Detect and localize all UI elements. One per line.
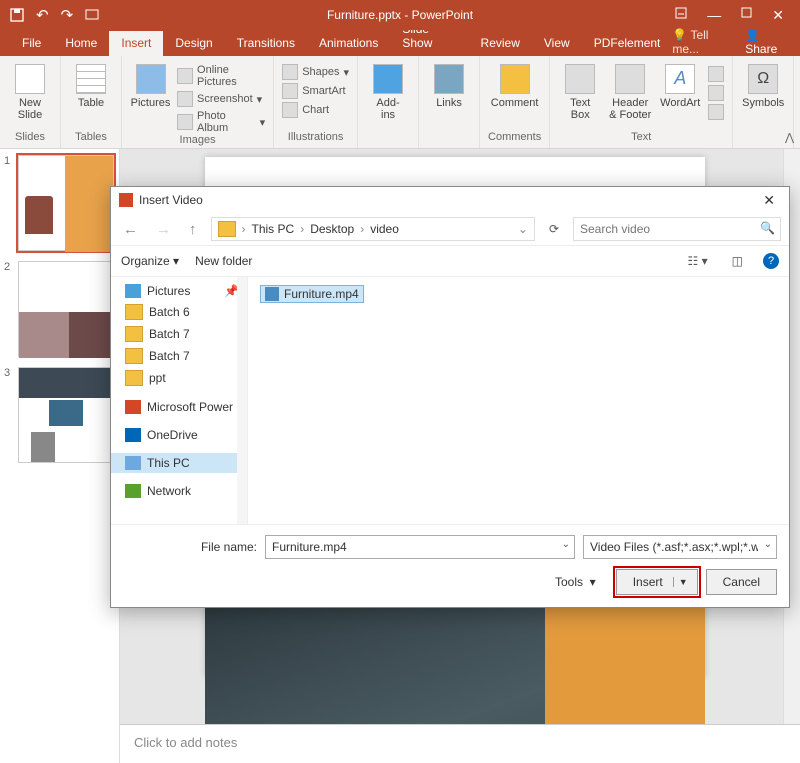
file-item[interactable]: Furniture.mp4 [260, 285, 364, 303]
thumb-number: 2 [4, 261, 14, 357]
new-folder-button[interactable]: New folder [195, 254, 252, 268]
slide-thumbnail-3[interactable] [18, 367, 114, 463]
organize-button[interactable]: Organize ▾ [121, 254, 179, 268]
slide-thumbnail-1[interactable] [18, 155, 114, 251]
help-icon[interactable]: ? [763, 253, 779, 269]
refresh-icon[interactable]: ⟳ [545, 220, 563, 238]
insert-button[interactable]: Insert▼ [616, 569, 698, 595]
screenshot-button[interactable]: Screenshot ▾ [177, 91, 265, 107]
breadcrumb[interactable]: ›This PC ›Desktop ›video ⌄ [211, 217, 535, 241]
group-label-tables: Tables [75, 131, 107, 146]
nav-up-icon[interactable]: ↑ [185, 219, 201, 240]
links-button[interactable]: Links [427, 60, 471, 109]
powerpoint-icon [119, 193, 133, 207]
tree-item-batch7[interactable]: Batch 7 [111, 323, 247, 345]
photo-album-button[interactable]: Photo Album ▾ [177, 110, 265, 134]
tab-home[interactable]: Home [53, 31, 109, 56]
group-label-slides: Slides [15, 131, 45, 146]
tab-review[interactable]: Review [469, 31, 532, 56]
collapse-ribbon-icon[interactable]: ⋀ [785, 131, 794, 144]
header-footer-button[interactable]: Header & Footer [608, 60, 652, 121]
tab-design[interactable]: Design [163, 31, 224, 56]
online-pictures-button[interactable]: Online Pictures [177, 64, 265, 88]
tree-item-thispc[interactable]: This PC [111, 453, 247, 473]
tree-item-onedrive[interactable]: OneDrive [111, 425, 247, 445]
shapes-button[interactable]: Shapes ▾ [282, 64, 349, 80]
slide-thumbnail-2[interactable] [18, 261, 114, 357]
group-label-illustrations: Illustrations [288, 131, 344, 146]
tab-file[interactable]: File [10, 31, 53, 56]
tree-item-batch6[interactable]: Batch 6 [111, 301, 247, 323]
folder-tree: Pictures📌 Batch 6 Batch 7 Batch 7 ppt Mi… [111, 277, 248, 524]
undo-icon[interactable]: ↶ [36, 6, 49, 24]
dialog-title: Insert Video [139, 193, 203, 207]
share-button[interactable]: 👤 Share [745, 28, 790, 56]
group-label-text: Text [631, 131, 651, 146]
tree-item-batch7b[interactable]: Batch 7 [111, 345, 247, 367]
group-label-comments: Comments [488, 131, 541, 146]
title-bar: ↶ ↷ Furniture.pptx - PowerPoint — ✕ [0, 0, 800, 30]
file-list[interactable]: Furniture.mp4 [248, 277, 789, 524]
tab-pdfelement[interactable]: PDFelement [582, 31, 673, 56]
start-slideshow-icon[interactable] [85, 8, 99, 22]
window-title: Furniture.pptx - PowerPoint [327, 8, 473, 22]
dialog-close-icon[interactable]: ✕ [757, 190, 781, 211]
table-button[interactable]: Table [69, 60, 113, 109]
nav-forward-icon[interactable]: → [152, 219, 175, 240]
redo-icon[interactable]: ↷ [61, 6, 74, 24]
tools-button[interactable]: Tools ▾ [555, 575, 596, 589]
file-name-input[interactable]: Furniture.mp4⌄ [265, 535, 575, 559]
pictures-button[interactable]: Pictures [130, 60, 171, 109]
object-icon[interactable] [708, 104, 724, 120]
search-icon[interactable]: 🔍 [760, 221, 775, 235]
slide-thumbnails: 1 2 3 [0, 149, 120, 763]
nav-back-icon[interactable]: ← [119, 219, 142, 240]
symbols-button[interactable]: ΩSymbols [741, 60, 785, 109]
text-box-button[interactable]: Text Box [558, 60, 602, 121]
search-input[interactable] [573, 217, 781, 241]
smartart-button[interactable]: SmartArt [282, 83, 349, 99]
comment-button[interactable]: Comment [493, 60, 537, 109]
tree-item-network[interactable]: Network [111, 481, 247, 501]
tell-me[interactable]: 💡 Tell me... [672, 28, 731, 56]
tree-item-mspower[interactable]: Microsoft Power [111, 397, 247, 417]
view-mode-icon[interactable]: ☷ ▾ [684, 252, 712, 270]
ribbon: New Slide Slides Table Tables Pictures O… [0, 56, 800, 149]
slide-number-icon[interactable] [708, 85, 724, 101]
thumb-number: 3 [4, 367, 14, 463]
save-icon[interactable] [10, 8, 24, 22]
tab-insert[interactable]: Insert [109, 31, 163, 56]
cancel-button[interactable]: Cancel [706, 569, 777, 595]
close-icon[interactable]: ✕ [772, 7, 784, 24]
file-filter-dropdown[interactable]: Video Files (*.asf;*.asx;*.wpl;*.w⌄ [583, 535, 777, 559]
preview-pane-icon[interactable]: ◫ [728, 252, 747, 270]
file-name-label: File name: [123, 540, 257, 554]
date-time-icon[interactable] [708, 66, 724, 82]
thumb-number: 1 [4, 155, 14, 251]
tree-item-pictures[interactable]: Pictures📌 [111, 281, 247, 301]
new-slide-button[interactable]: New Slide [8, 60, 52, 121]
tab-transitions[interactable]: Transitions [225, 31, 307, 56]
dialog-titlebar: Insert Video ✕ [111, 187, 789, 213]
insert-video-dialog: Insert Video ✕ ← → ↑ ›This PC ›Desktop ›… [110, 186, 790, 608]
tab-animations[interactable]: Animations [307, 31, 390, 56]
ribbon-options-icon[interactable] [675, 7, 687, 24]
addins-button[interactable]: Add- ins [366, 60, 410, 121]
video-file-icon [265, 287, 279, 301]
chart-button[interactable]: Chart [282, 102, 349, 118]
maximize-icon[interactable] [741, 7, 752, 24]
tree-item-ppt[interactable]: ppt [111, 367, 247, 389]
folder-icon [218, 221, 236, 237]
ribbon-tabs: File Home Insert Design Transitions Anim… [0, 30, 800, 56]
notes-pane[interactable]: Click to add notes [120, 724, 800, 763]
tree-scrollbar[interactable] [237, 277, 247, 524]
tab-view[interactable]: View [532, 31, 582, 56]
minimize-icon[interactable]: — [707, 7, 721, 24]
wordart-button[interactable]: AWordArt [658, 60, 702, 109]
group-label-images: Images [180, 134, 216, 149]
